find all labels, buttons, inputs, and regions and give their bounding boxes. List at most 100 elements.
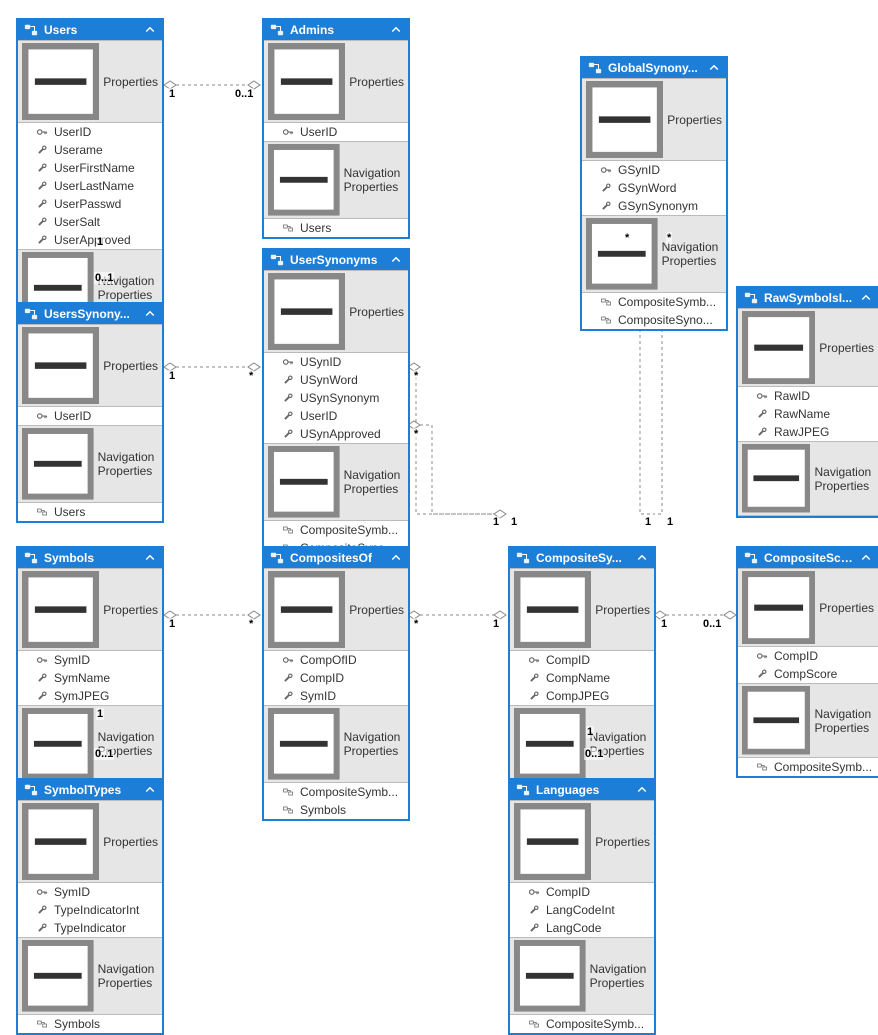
collapse-icon[interactable]	[742, 686, 810, 754]
properties-section-header[interactable]: Properties	[264, 568, 408, 651]
nav-property-row[interactable]: Users	[264, 219, 408, 237]
chevron-up-icon[interactable]	[708, 62, 720, 74]
property-row[interactable]: UserApproved	[18, 231, 162, 249]
property-row[interactable]: CompID	[510, 651, 654, 669]
entity-languages[interactable]: LanguagesPropertiesCompIDLangCodeIntLang…	[508, 778, 656, 1035]
property-row[interactable]: SymID	[18, 651, 162, 669]
property-row[interactable]: USynWord	[264, 371, 408, 389]
collapse-icon[interactable]	[514, 940, 586, 1012]
property-row[interactable]: LangCodeInt	[510, 901, 654, 919]
collapse-icon[interactable]	[22, 940, 94, 1012]
properties-section-header[interactable]: Properties	[264, 270, 408, 353]
chevron-up-icon[interactable]	[144, 24, 156, 36]
entity-header[interactable]: Languages	[510, 780, 654, 800]
property-row[interactable]: TypeIndicatorInt	[18, 901, 162, 919]
nav-properties-section-header[interactable]: Navigation Properties	[264, 141, 408, 219]
property-row[interactable]: UserID	[18, 407, 162, 425]
properties-section-header[interactable]: Properties	[18, 568, 162, 651]
collapse-icon[interactable]	[586, 218, 658, 290]
nav-property-row[interactable]: CompositeSymb...	[510, 1015, 654, 1033]
entity-globalsynonyms[interactable]: GlobalSynony...PropertiesGSynIDGSynWordG…	[580, 56, 728, 331]
properties-section-header[interactable]: Properties	[18, 324, 162, 407]
collapse-icon[interactable]	[586, 81, 663, 158]
nav-properties-section-header[interactable]: Navigation Properties	[582, 215, 726, 293]
nav-property-row[interactable]: Symbols	[18, 1015, 162, 1033]
nav-properties-section-header[interactable]: Navigation Properties	[510, 937, 654, 1015]
chevron-up-icon[interactable]	[144, 552, 156, 564]
collapse-icon[interactable]	[268, 571, 345, 648]
nav-properties-section-header[interactable]: Navigation Properties	[510, 705, 654, 783]
entity-admins[interactable]: AdminsPropertiesUserIDNavigation Propert…	[262, 18, 410, 239]
entity-symbols[interactable]: SymbolsPropertiesSymIDSymNameSymJPEGNavi…	[16, 546, 164, 785]
properties-section-header[interactable]: Properties	[510, 568, 654, 651]
properties-section-header[interactable]: Properties	[264, 40, 408, 123]
property-row[interactable]: USynID	[264, 353, 408, 371]
property-row[interactable]: GSynSynonym	[582, 197, 726, 215]
property-row[interactable]: RawJPEG	[738, 423, 878, 441]
entity-compositesymbols[interactable]: CompositeSy...PropertiesCompIDCompNameCo…	[508, 546, 656, 785]
nav-properties-section-header[interactable]: Navigation Properties	[264, 443, 408, 521]
nav-property-row[interactable]: Symbols	[264, 801, 408, 819]
entity-header[interactable]: Symbols	[18, 548, 162, 568]
property-row[interactable]: CompName	[510, 669, 654, 687]
property-row[interactable]: UserPasswd	[18, 195, 162, 213]
chevron-up-icon[interactable]	[390, 552, 402, 564]
collapse-icon[interactable]	[514, 708, 586, 780]
entity-header[interactable]: Admins	[264, 20, 408, 40]
nav-property-row[interactable]: CompositeSymb...	[264, 783, 408, 801]
property-row[interactable]: UserLastName	[18, 177, 162, 195]
properties-section-header[interactable]: Properties	[18, 40, 162, 123]
property-row[interactable]: CompOfID	[264, 651, 408, 669]
property-row[interactable]: LangCode	[510, 919, 654, 937]
collapse-icon[interactable]	[514, 803, 591, 880]
nav-properties-section-header[interactable]: Navigation Properties	[18, 937, 162, 1015]
chevron-up-icon[interactable]	[636, 552, 648, 564]
property-row[interactable]: CompID	[510, 883, 654, 901]
entity-compositesof[interactable]: CompositesOfPropertiesCompOfIDCompIDSymI…	[262, 546, 410, 821]
property-row[interactable]: UserID	[264, 407, 408, 425]
properties-section-header[interactable]: Properties	[738, 568, 878, 647]
property-row[interactable]: UserID	[18, 123, 162, 141]
property-row[interactable]: USynSynonym	[264, 389, 408, 407]
property-row[interactable]: Userame	[18, 141, 162, 159]
property-row[interactable]: USynApproved	[264, 425, 408, 443]
property-row[interactable]: CompID	[738, 647, 878, 665]
collapse-icon[interactable]	[514, 571, 591, 648]
property-row[interactable]: UserFirstName	[18, 159, 162, 177]
chevron-up-icon[interactable]	[390, 254, 402, 266]
entity-header[interactable]: CompositeSy...	[510, 548, 654, 568]
entity-usersynonyms[interactable]: UserSynonymsPropertiesUSynIDUSynWordUSyn…	[262, 248, 410, 577]
chevron-up-icon[interactable]	[860, 552, 872, 564]
collapse-icon[interactable]	[268, 144, 340, 216]
collapse-icon[interactable]	[742, 571, 815, 644]
properties-section-header[interactable]: Properties	[582, 78, 726, 161]
entity-header[interactable]: CompositeSco...	[738, 548, 878, 568]
collapse-icon[interactable]	[268, 43, 345, 120]
nav-properties-section-header[interactable]: Navigation Properties	[18, 425, 162, 503]
property-row[interactable]: GSynWord	[582, 179, 726, 197]
nav-property-row[interactable]: CompositeSyno...	[582, 311, 726, 329]
property-row[interactable]: GSynID	[582, 161, 726, 179]
collapse-icon[interactable]	[22, 327, 99, 404]
entity-header[interactable]: SymbolTypes	[18, 780, 162, 800]
properties-section-header[interactable]: Properties	[18, 800, 162, 883]
nav-property-row[interactable]: CompositeSymb...	[264, 521, 408, 539]
collapse-icon[interactable]	[22, 43, 99, 120]
collapse-icon[interactable]	[742, 444, 810, 512]
chevron-up-icon[interactable]	[860, 292, 872, 304]
entity-compositescore[interactable]: CompositeSco...PropertiesCompIDCompScore…	[736, 546, 878, 778]
collapse-icon[interactable]	[22, 571, 99, 648]
collapse-icon[interactable]	[742, 311, 815, 384]
property-row[interactable]: SymID	[18, 883, 162, 901]
collapse-icon[interactable]	[268, 273, 345, 350]
property-row[interactable]: SymName	[18, 669, 162, 687]
entity-header[interactable]: UserSynonyms	[264, 250, 408, 270]
collapse-icon[interactable]	[268, 708, 340, 780]
nav-property-row[interactable]: CompositeSymb...	[738, 758, 878, 776]
chevron-up-icon[interactable]	[390, 24, 402, 36]
property-row[interactable]: UserID	[264, 123, 408, 141]
properties-section-header[interactable]: Properties	[510, 800, 654, 883]
property-row[interactable]: CompScore	[738, 665, 878, 683]
property-row[interactable]: RawName	[738, 405, 878, 423]
property-row[interactable]: SymJPEG	[18, 687, 162, 705]
